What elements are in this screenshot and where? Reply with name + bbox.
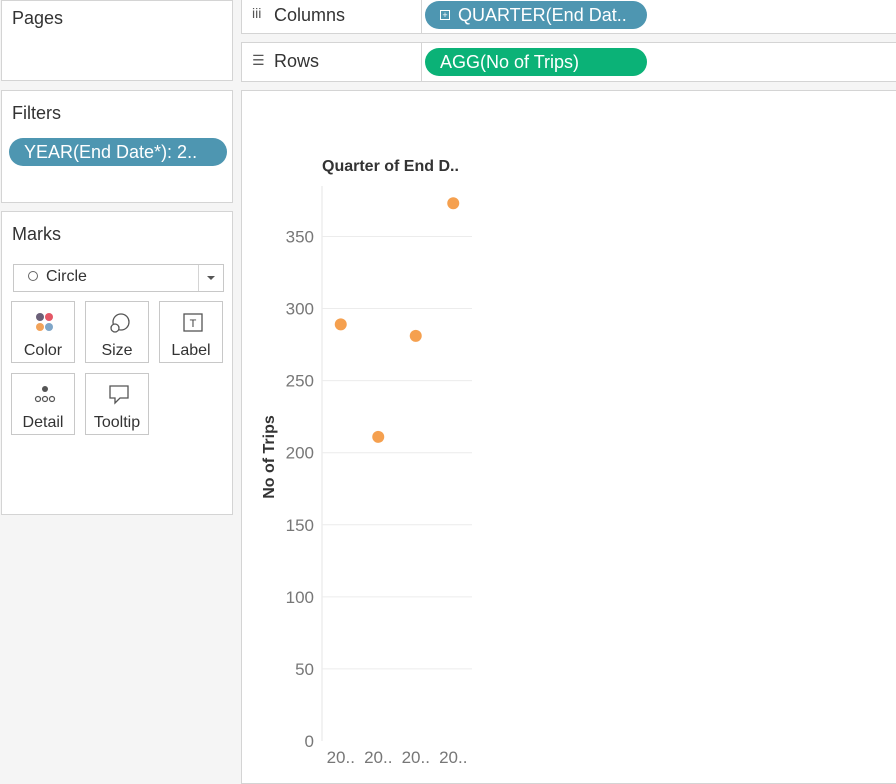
size-label: Size <box>101 342 133 359</box>
data-point[interactable] <box>409 329 422 342</box>
mark-type-dropdown[interactable]: Circle <box>13 264 224 292</box>
text-label-icon: T <box>183 313 203 332</box>
x-tick-label: 20.. <box>364 748 392 767</box>
detail-button[interactable]: Detail <box>11 373 75 435</box>
marks-card: Marks Circle Color Size T Label Detail T… <box>1 211 233 515</box>
columns-shelf-label: iii Columns <box>242 0 422 33</box>
x-tick-label: 20.. <box>327 748 355 767</box>
data-point[interactable] <box>447 197 460 210</box>
data-point[interactable] <box>372 430 385 443</box>
svg-text:T: T <box>190 318 197 330</box>
size-icon <box>110 313 130 333</box>
size-button[interactable]: Size <box>85 301 149 363</box>
x-tick-label: 20.. <box>439 748 467 767</box>
scatter-chart: Quarter of End D.. No of Trips 0 50 100 150… <box>261 158 472 767</box>
rows-pill-agg-trips[interactable]: AGG(No of Trips) <box>425 48 647 76</box>
y-tick-label: 300 <box>286 300 314 319</box>
tooltip-icon <box>109 385 129 405</box>
y-axis-label: No of Trips <box>261 415 278 499</box>
columns-label: Columns <box>274 5 346 25</box>
mark-type-value: Circle <box>46 268 87 285</box>
filter-pill-label: YEAR(End Date*): 2.. <box>24 142 198 162</box>
rows-pill-label: AGG(No of Trips) <box>440 52 580 72</box>
x-tick-label: 20.. <box>402 748 430 767</box>
color-label: Color <box>23 342 63 359</box>
rows-label: Rows <box>274 51 320 71</box>
chevron-down-icon[interactable] <box>207 276 215 280</box>
y-tick-label: 50 <box>295 660 314 679</box>
pages-title: Pages <box>12 8 64 28</box>
detail-icon <box>34 386 56 403</box>
y-tick-label: 0 <box>305 732 314 751</box>
chart-title: Quarter of End D.. <box>322 158 459 175</box>
y-tick-label: 200 <box>286 444 314 463</box>
y-tick-label: 250 <box>286 372 314 391</box>
detail-label: Detail <box>22 414 64 431</box>
expand-plus-icon[interactable]: + <box>440 10 450 20</box>
label-button[interactable]: T Label <box>159 301 223 363</box>
rows-shelf-label: ☰ Rows <box>242 43 422 81</box>
view-area: Quarter of End D.. No of Trips 0 50 100 150… <box>241 90 896 784</box>
filters-card: Filters YEAR(End Date*): 2.. <box>1 90 233 203</box>
filter-pill-year[interactable]: YEAR(End Date*): 2.. <box>9 138 227 166</box>
rows-shelf[interactable]: ☰ Rows AGG(No of Trips) <box>241 42 896 82</box>
tooltip-label: Tooltip <box>93 414 141 431</box>
marks-title: Marks <box>12 224 61 244</box>
dropdown-divider <box>198 265 199 291</box>
filters-title: Filters <box>12 103 61 123</box>
y-tick-label: 350 <box>286 227 314 246</box>
columns-pill-quarter[interactable]: + QUARTER(End Dat.. <box>425 1 647 29</box>
columns-shelf[interactable]: iii Columns + QUARTER(End Dat.. <box>241 0 896 34</box>
circle-icon <box>28 271 38 281</box>
color-button[interactable]: Color <box>11 301 75 363</box>
label-label: Label <box>171 342 211 359</box>
color-icon <box>36 313 53 331</box>
columns-icon: iii <box>252 5 262 21</box>
y-tick-label: 150 <box>286 516 314 535</box>
pages-card: Pages <box>1 0 233 81</box>
tooltip-button[interactable]: Tooltip <box>85 373 149 435</box>
y-tick-label: 100 <box>286 588 314 607</box>
rows-icon: ☰ <box>252 52 265 68</box>
data-point[interactable] <box>334 318 347 331</box>
columns-pill-label: QUARTER(End Dat.. <box>458 5 627 25</box>
